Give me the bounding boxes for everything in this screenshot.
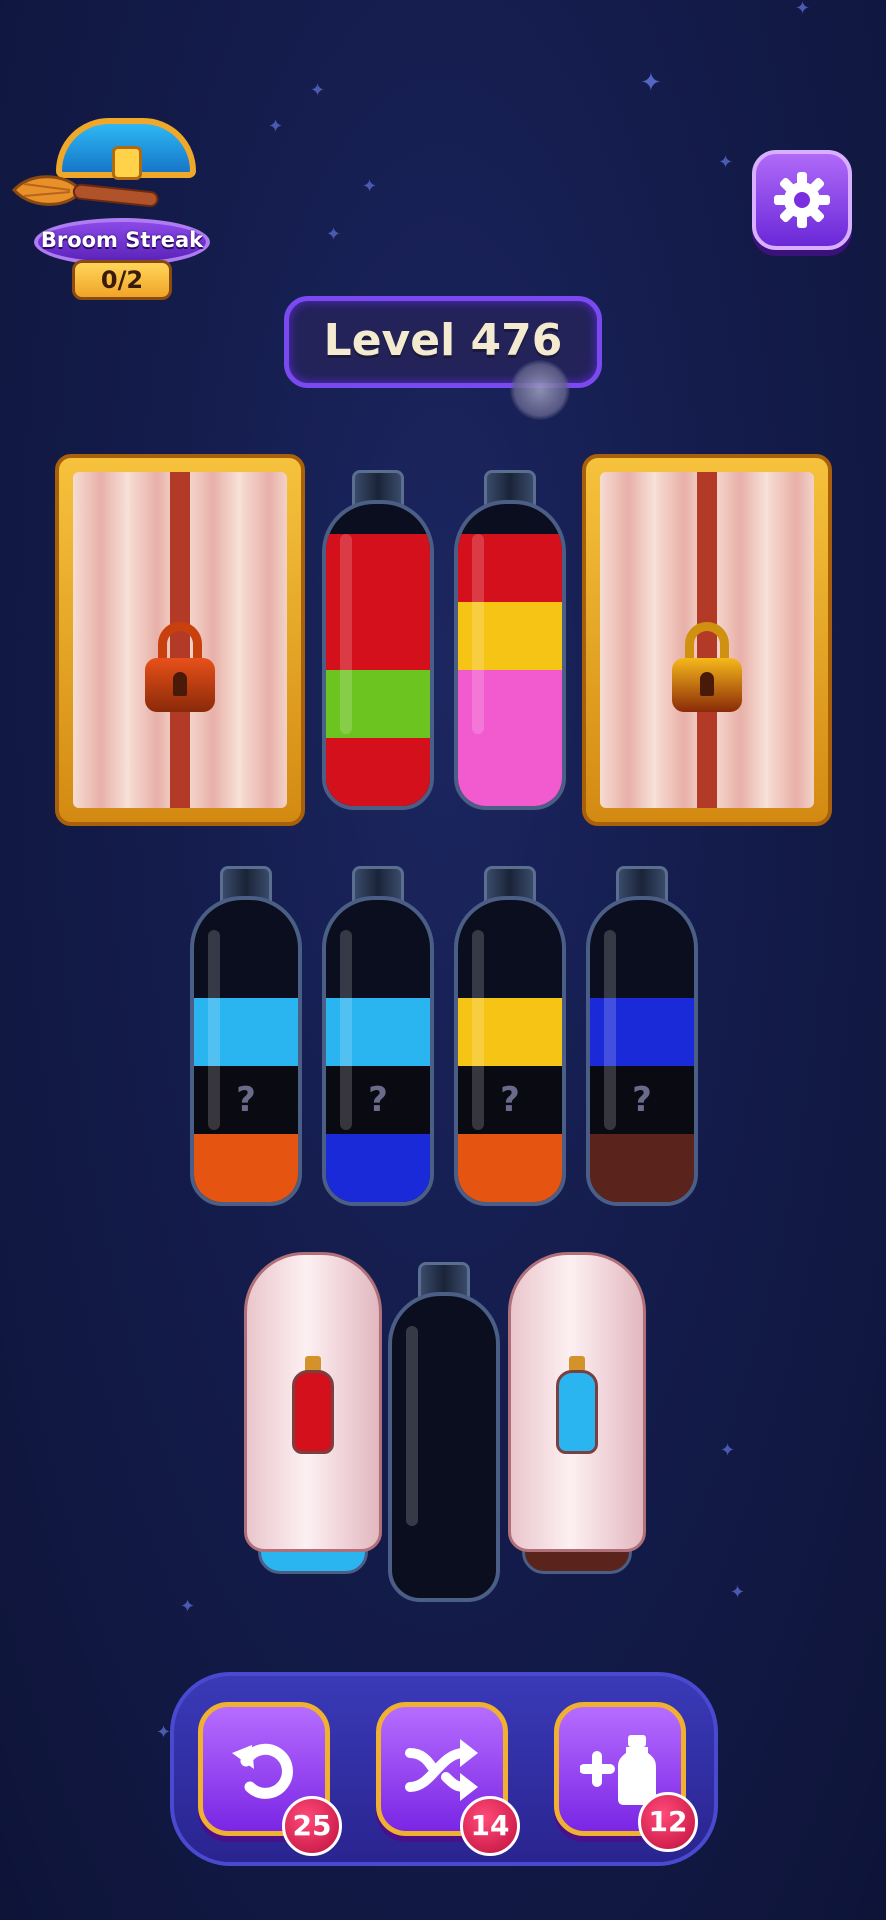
star-decoration: ✦ bbox=[310, 80, 326, 101]
star-decoration: ✦ bbox=[718, 152, 734, 173]
liquid-layer-blue bbox=[326, 1134, 430, 1202]
broom-icon bbox=[11, 175, 159, 208]
add-bottle-icon bbox=[580, 1735, 656, 1805]
bottle[interactable]: ? bbox=[586, 866, 698, 1206]
star-decoration: ✦ bbox=[795, 0, 811, 19]
shuffle-icon bbox=[405, 1739, 478, 1801]
settings-button[interactable] bbox=[752, 150, 852, 250]
liquid-layer-orange bbox=[194, 1134, 298, 1202]
streak-count: 0/2 bbox=[72, 260, 172, 300]
padlock-icon bbox=[145, 622, 215, 712]
bottle[interactable] bbox=[322, 470, 434, 810]
liquid-layer-orange bbox=[458, 1134, 562, 1202]
undo-icon bbox=[232, 1743, 293, 1799]
covered-bottle[interactable] bbox=[244, 1252, 382, 1574]
gear-icon bbox=[774, 172, 830, 228]
add-bottle-count-badge: 12 bbox=[638, 1792, 698, 1852]
star-decoration: ✦ bbox=[180, 1596, 196, 1617]
bottle[interactable]: ? bbox=[454, 866, 566, 1206]
mini-bottle-hint-icon bbox=[556, 1356, 598, 1454]
bottle[interactable]: ? bbox=[322, 866, 434, 1206]
bottle[interactable]: ? bbox=[190, 866, 302, 1206]
star-decoration: ✦ bbox=[362, 176, 378, 197]
covered-bottle[interactable] bbox=[508, 1252, 646, 1574]
star-decoration: ✦ bbox=[156, 1722, 172, 1743]
empty-bottle[interactable] bbox=[388, 1262, 500, 1602]
star-decoration: ✦ bbox=[268, 116, 284, 137]
touch-indicator bbox=[510, 360, 570, 420]
broom-streak-widget[interactable]: Broom Streak 0/2 bbox=[10, 118, 210, 303]
padlock-icon bbox=[672, 622, 742, 712]
curtain-cover bbox=[73, 472, 287, 808]
streak-label: Broom Streak bbox=[40, 228, 204, 252]
liquid-layer-red bbox=[326, 738, 430, 806]
liquid-layer-brown bbox=[590, 1134, 694, 1202]
curtain-cover bbox=[600, 472, 814, 808]
undo-count-badge: 25 bbox=[282, 1796, 342, 1856]
liquid-layer-pink bbox=[458, 738, 562, 806]
star-decoration: ✦ bbox=[640, 68, 662, 98]
bottle[interactable] bbox=[454, 470, 566, 810]
locked-bottle-slot[interactable] bbox=[582, 454, 832, 826]
locked-bottle-slot[interactable] bbox=[55, 454, 305, 826]
star-decoration: ✦ bbox=[720, 1440, 736, 1461]
star-decoration: ✦ bbox=[730, 1582, 746, 1603]
mini-bottle-hint-icon bbox=[292, 1356, 334, 1454]
star-decoration: ✦ bbox=[326, 224, 342, 245]
shuffle-count-badge: 14 bbox=[460, 1796, 520, 1856]
